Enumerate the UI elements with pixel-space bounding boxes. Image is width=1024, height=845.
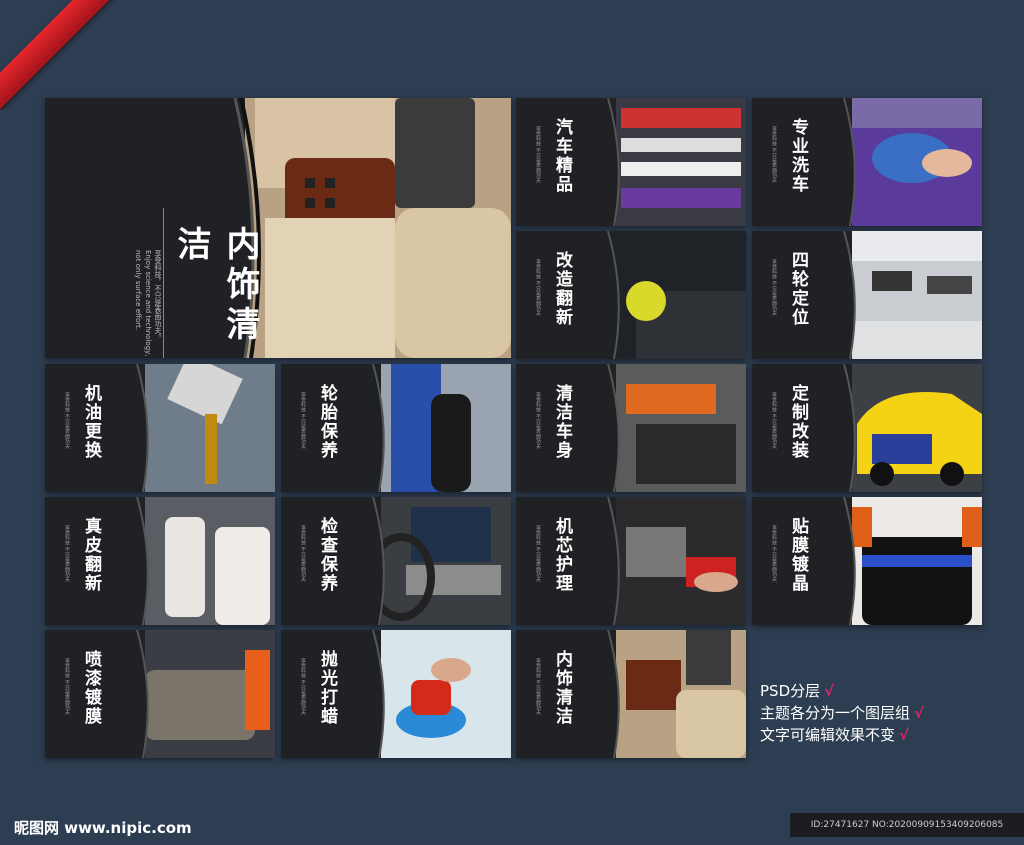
card-title: 定制改装 [788, 384, 808, 460]
check-icon: √ [899, 726, 910, 744]
curve-decoration [361, 630, 385, 758]
card-title: 四轮定位 [788, 251, 808, 327]
card-polish-wax[interactable]: 抛光打蜡 享受科技 不只是表面功夫 [281, 630, 511, 758]
curve-decoration [832, 98, 856, 226]
card-subtitle: 享受科技 不只是表面功夫 [535, 126, 541, 183]
card-title: 机油更换 [81, 384, 101, 460]
card-title: 专业洗车 [788, 118, 808, 194]
garage-lifts-photo [852, 231, 982, 359]
curve-decoration [832, 497, 856, 625]
card-leather-renovation[interactable]: 真皮翻新 享受科技 不只是表面功夫 [45, 497, 275, 625]
note-line: 主题各分为一个图层组 [760, 704, 911, 722]
car-interior-photo [245, 98, 511, 358]
curve-decoration [125, 497, 149, 625]
card-title: 喷漆镀膜 [81, 650, 101, 726]
card-wheel-alignment[interactable]: 四轮定位 享受科技 不只是表面功夫 [752, 231, 982, 359]
card-title: 改造翻新 [552, 251, 572, 327]
card-subtitle: 享受科技 不只是表面功夫 [64, 525, 70, 582]
tire-photo [381, 364, 511, 492]
check-icon: √ [914, 704, 925, 722]
card-title: 轮胎保养 [317, 384, 337, 460]
card-inspection[interactable]: 检查保养 享受科技 不只是表面功夫 [281, 497, 511, 625]
card-title: 内饰清洁 [552, 650, 572, 726]
card-title: 抛光打蜡 [317, 650, 337, 726]
curve-decoration [596, 231, 620, 359]
card-subtitle: 享受科技 不只是表面功夫 [535, 259, 541, 316]
note-line: 文字可编辑效果不变 [760, 726, 896, 744]
card-title: 真皮翻新 [81, 517, 101, 593]
curve-decoration [832, 364, 856, 492]
paint-booth-photo [145, 630, 275, 758]
card-subtitle: 享受科技 不只是表面功夫 [300, 525, 306, 582]
curve-decoration [125, 364, 149, 492]
card-subtitle: 享受科技，不只是表面功夫。 Enjoy science and technolog… [134, 250, 162, 357]
accessories-shelf-photo [616, 98, 746, 226]
image-id: ID:27471627 NO:20200909153409206085 [790, 813, 1024, 837]
card-subtitle: 享受科技 不只是表面功夫 [771, 525, 777, 582]
race-car-photo [852, 364, 982, 492]
card-subtitle: 享受科技 不只是表面功夫 [535, 392, 541, 449]
title-divider [163, 208, 164, 358]
curve-decoration [125, 630, 149, 758]
card-title: 贴膜镀晶 [788, 517, 808, 593]
leather-seats-photo [145, 497, 275, 625]
curve-decoration [596, 497, 620, 625]
car-film-photo [852, 497, 982, 625]
card-subtitle: 享受科技 不只是表面功夫 [771, 259, 777, 316]
oil-pouring-photo [145, 364, 275, 492]
card-subtitle: 享受科技 不只是表面功夫 [300, 658, 306, 715]
card-film-coating[interactable]: 贴膜镀晶 享受科技 不只是表面功夫 [752, 497, 982, 625]
curve-decoration [361, 364, 385, 492]
curve-decoration [596, 364, 620, 492]
card-subtitle: 享受科技 不只是表面功夫 [771, 126, 777, 183]
car-interior-photo [616, 630, 746, 758]
card-body-cleaning[interactable]: 清洁车身 享受科技 不只是表面功夫 [516, 364, 746, 492]
card-professional-wash[interactable]: 专业洗车 享受科技 不只是表面功夫 [752, 98, 982, 226]
curve-decoration [832, 231, 856, 359]
psd-notes: PSD分层 √ 主题各分为一个图层组 √ 文字可编辑效果不变 √ [760, 680, 924, 746]
card-interior-cleaning-large[interactable]: 内饰清洁 享受科技，不只是表面功夫。 Enjoy science and tech… [45, 98, 511, 358]
note-line: PSD分层 [760, 682, 821, 700]
card-engine-care[interactable]: 机芯护理 享受科技 不只是表面功夫 [516, 497, 746, 625]
dashboard-cleaning-photo [616, 364, 746, 492]
card-car-accessories[interactable]: 汽车精品 享受科技 不只是表面功夫 [516, 98, 746, 226]
engine-bay-photo [616, 497, 746, 625]
curve-decoration [596, 630, 620, 758]
card-interior-cleaning-small[interactable]: 内饰清洁 享受科技 不只是表面功夫 [516, 630, 746, 758]
card-renovation[interactable]: 改造翻新 享受科技 不只是表面功夫 [516, 231, 746, 359]
curve-decoration [596, 98, 620, 226]
site-logo: 昵图网 www.nipic.com [14, 819, 192, 837]
card-custom-modification[interactable]: 定制改装 享受科技 不只是表面功夫 [752, 364, 982, 492]
card-subtitle: 享受科技 不只是表面功夫 [535, 658, 541, 715]
card-subtitle: 享受科技 不只是表面功夫 [771, 392, 777, 449]
card-title: 汽车精品 [552, 118, 572, 194]
card-title: 机芯护理 [552, 517, 572, 593]
curve-decoration [361, 497, 385, 625]
laptop-diagnostics-photo [381, 497, 511, 625]
car-wash-photo [852, 98, 982, 226]
check-icon: √ [824, 682, 835, 700]
card-tire-maintenance[interactable]: 轮胎保养 享受科技 不只是表面功夫 [281, 364, 511, 492]
card-title: 检查保养 [317, 517, 337, 593]
card-title: 内饰清洁 [171, 226, 260, 346]
card-subtitle: 享受科技 不只是表面功夫 [64, 658, 70, 715]
card-paint-coating[interactable]: 喷漆镀膜 享受科技 不只是表面功夫 [45, 630, 275, 758]
card-subtitle: 享受科技 不只是表面功夫 [64, 392, 70, 449]
corner-ribbon [0, 0, 130, 110]
card-subtitle: 享受科技 不只是表面功夫 [300, 392, 306, 449]
polisher-photo [381, 630, 511, 758]
card-subtitle: 享受科技 不只是表面功夫 [535, 525, 541, 582]
polishing-hood-photo [616, 231, 746, 359]
card-oil-change[interactable]: 机油更换 享受科技 不只是表面功夫 [45, 364, 275, 492]
card-title: 清洁车身 [552, 384, 572, 460]
